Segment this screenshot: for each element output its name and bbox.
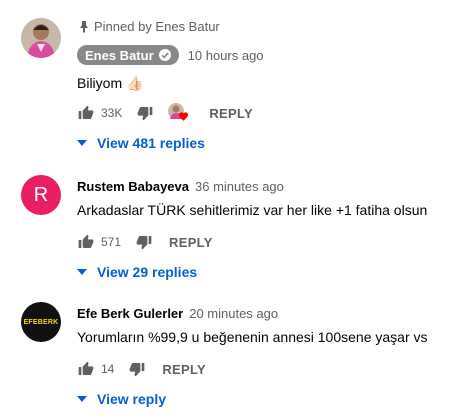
comment-timestamp[interactable]: 20 minutes ago	[189, 306, 278, 321]
like-icon[interactable]	[77, 233, 95, 251]
pinned-indicator: Pinned by Enes Batur	[79, 19, 220, 34]
avatar[interactable]	[21, 18, 61, 58]
view-replies-label: View 29 replies	[97, 264, 198, 280]
avatar-logo: EFEBERK	[23, 318, 59, 326]
view-replies-button[interactable]: View reply	[77, 391, 470, 407]
dislike-icon[interactable]	[135, 233, 153, 251]
like-count: 14	[101, 362, 115, 376]
view-replies-label: View 481 replies	[97, 135, 205, 151]
chevron-down-icon	[77, 269, 87, 275]
comment-timestamp[interactable]: 10 hours ago	[188, 48, 264, 63]
author-name[interactable]: Enes Batur	[77, 45, 179, 65]
like-count: 571	[101, 235, 122, 249]
dislike-icon[interactable]	[136, 104, 154, 122]
comment-timestamp[interactable]: 36 minutes ago	[195, 179, 284, 194]
author-name[interactable]: Rustem Babayeva	[77, 179, 189, 194]
like-icon[interactable]	[77, 104, 95, 122]
pin-icon	[79, 20, 89, 33]
comment-text: Yorumların %99,9 u beğenenin annesi 100s…	[77, 329, 428, 345]
pinned-label: Pinned by Enes Batur	[94, 19, 220, 34]
avatar-letter: R	[33, 183, 49, 206]
chevron-down-icon	[77, 140, 87, 146]
author-name[interactable]: Efe Berk Gulerler	[77, 306, 183, 321]
comment-text: Biliyom 👍🏻	[77, 75, 144, 91]
avatar[interactable]: R	[21, 175, 61, 215]
verified-icon	[158, 48, 172, 62]
chevron-down-icon	[77, 396, 87, 402]
reply-button[interactable]: REPLY	[209, 106, 253, 121]
like-icon[interactable]	[77, 360, 95, 378]
creator-heart-icon[interactable]	[168, 103, 190, 123]
like-count: 33K	[101, 106, 123, 120]
reply-button[interactable]: REPLY	[162, 362, 206, 377]
dislike-icon[interactable]	[128, 360, 146, 378]
avatar[interactable]: EFEBERK	[21, 302, 61, 342]
reply-button[interactable]: REPLY	[169, 235, 213, 250]
view-replies-button[interactable]: View 29 replies	[77, 264, 470, 280]
comment-text: Arkadaslar TÜRK sehitlerimiz var her lik…	[77, 202, 428, 218]
view-replies-label: View reply	[97, 391, 167, 407]
view-replies-button[interactable]: View 481 replies	[77, 135, 470, 151]
